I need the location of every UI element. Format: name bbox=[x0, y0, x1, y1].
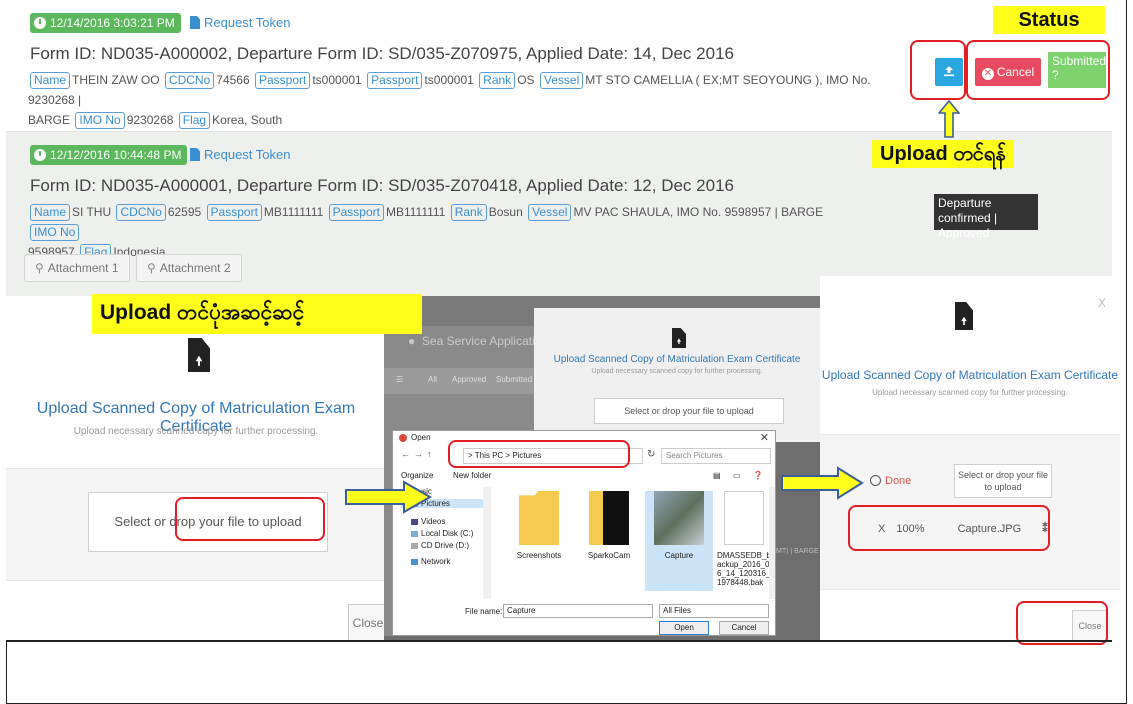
tab-submitted[interactable]: Submitted bbox=[496, 375, 532, 384]
chrome-icon bbox=[399, 434, 407, 442]
arrow-right-icon bbox=[345, 480, 432, 514]
close-icon[interactable]: X bbox=[1098, 296, 1106, 310]
file-name-input[interactable]: Capture bbox=[503, 604, 653, 618]
tree-item-cd-drive[interactable]: CD Drive (D:) bbox=[411, 541, 469, 550]
close-icon[interactable]: ✕ bbox=[760, 431, 769, 444]
nav-arrows[interactable]: ←→↑ bbox=[401, 449, 436, 459]
cancel-button[interactable]: Cancel bbox=[719, 621, 769, 635]
record-details: Name THEIN ZAW OO CDCNo 74566 Passport ts00… bbox=[28, 72, 871, 129]
arrow-right-icon bbox=[781, 466, 864, 500]
search-field[interactable]: Search Pictures bbox=[661, 448, 771, 464]
file-upload-icon bbox=[672, 328, 686, 348]
tree-item-network[interactable]: Network bbox=[411, 557, 450, 566]
upload-highlight-box bbox=[910, 40, 966, 100]
status-badge: Departure confirmed | Approved bbox=[934, 194, 1038, 240]
close-highlight-box bbox=[1016, 601, 1108, 645]
request-token-link[interactable]: Request Token bbox=[190, 147, 291, 162]
label-tag: Passport bbox=[206, 204, 262, 221]
file-open-screenshot: ● Sea Service Application U ☰ All Approv… bbox=[384, 296, 820, 642]
disk-icon bbox=[411, 530, 418, 537]
open-button[interactable]: Open bbox=[659, 621, 709, 635]
progress-highlight-box bbox=[848, 505, 1050, 551]
label-tag: IMO No bbox=[75, 112, 125, 129]
label-tag: CDCNo bbox=[164, 72, 215, 89]
refresh-icon[interactable]: ↻ bbox=[647, 449, 655, 460]
status-highlight-box bbox=[966, 40, 1110, 100]
label-tag: Vessel bbox=[539, 72, 584, 89]
upload-modal-left: Upload Scanned Copy of Matriculation Exa… bbox=[6, 296, 388, 642]
cd-icon bbox=[411, 542, 418, 549]
arrow-up-icon bbox=[938, 100, 960, 138]
upload-steps-callout: Upload တင်ပုံအဆင့်ဆင့် bbox=[92, 294, 422, 334]
label-tag: CDCNo bbox=[116, 204, 166, 221]
status-callout: Status bbox=[993, 6, 1105, 34]
form-id-line: Form ID: ND035-A000002, Departure Form I… bbox=[30, 44, 734, 63]
dropzone-highlight-box bbox=[175, 497, 325, 541]
request-token-link[interactable]: Request Token bbox=[190, 15, 291, 30]
upload-callout: Upload တင်ရန် bbox=[872, 140, 1014, 168]
address-highlight-box bbox=[448, 440, 630, 468]
folder-icon bbox=[589, 491, 629, 545]
label-tag: Passport bbox=[254, 72, 311, 89]
upload-subtitle: Upload necessary scanned copy for furthe… bbox=[73, 426, 319, 437]
upload-panel-small: Upload Scanned Copy of Matriculation Exa… bbox=[534, 308, 820, 442]
help-icon[interactable]: ❓ bbox=[753, 471, 763, 480]
clock-icon bbox=[34, 149, 46, 161]
label-tag: Rank bbox=[479, 72, 516, 89]
view-icon[interactable]: ▤ bbox=[713, 471, 721, 480]
folder-icon bbox=[519, 491, 559, 545]
file-upload-icon bbox=[188, 338, 210, 372]
videos-icon bbox=[411, 518, 418, 525]
tree-item-local-disk[interactable]: Local Disk (C:) bbox=[411, 529, 473, 538]
preview-icon[interactable]: ▭ bbox=[733, 471, 741, 480]
organize-menu[interactable]: Organize bbox=[401, 471, 433, 480]
network-icon bbox=[411, 558, 418, 565]
paperclip-icon: ⚲ bbox=[35, 261, 44, 275]
paperclip-icon: ⚲ bbox=[147, 261, 156, 275]
file-dropzone[interactable]: Select or drop your file to upload bbox=[954, 464, 1052, 498]
document-icon bbox=[190, 16, 200, 29]
file-item-backup[interactable]: DMASSEDB_backup_2016_06_14_120316_197844… bbox=[717, 491, 771, 587]
tree-item-videos[interactable]: Videos bbox=[411, 517, 445, 526]
done-status: Done bbox=[870, 474, 911, 487]
timestamp-badge: 12/12/2016 10:44:48 PM bbox=[30, 145, 188, 165]
file-item-capture[interactable]: Capture bbox=[645, 491, 713, 591]
timestamp-badge: 12/14/2016 3:03:21 PM bbox=[30, 13, 181, 33]
file-item-sparkocam[interactable]: SparkoCam bbox=[579, 491, 639, 560]
document-icon bbox=[190, 148, 200, 161]
file-dropzone[interactable]: Select or drop your file to upload bbox=[594, 398, 784, 424]
label-tag: IMO No bbox=[30, 224, 80, 241]
divider bbox=[6, 640, 1112, 642]
file-list: Screenshots SparkoCam Capture DMASSEDB_b… bbox=[493, 487, 771, 599]
label-tag: Passport bbox=[367, 72, 423, 89]
check-icon bbox=[870, 474, 881, 486]
upload-title: Upload Scanned Copy of Matriculation Exa… bbox=[821, 368, 1119, 382]
file-icon bbox=[724, 491, 764, 545]
close-button[interactable]: Close bbox=[348, 604, 388, 642]
label-tag: Passport bbox=[328, 204, 384, 221]
upload-subtitle: Upload necessary scanned copy for furthe… bbox=[872, 388, 1068, 397]
label-tag: Flag bbox=[178, 112, 211, 129]
tab-all[interactable]: All bbox=[428, 375, 437, 384]
file-type-select[interactable]: All Files bbox=[659, 604, 769, 618]
file-upload-icon bbox=[955, 302, 973, 330]
file-item-screenshots[interactable]: Screenshots bbox=[509, 491, 569, 560]
scrollbar[interactable] bbox=[483, 487, 491, 599]
attachment-1-button[interactable]: ⚲ Attachment 1 bbox=[24, 254, 130, 282]
clock-icon bbox=[34, 17, 46, 29]
attachment-2-button[interactable]: ⚲ Attachment 2 bbox=[136, 254, 242, 282]
label-tag: Vessel bbox=[528, 204, 572, 221]
upload-modal-right: X Upload Scanned Copy of Matriculation E… bbox=[820, 276, 1120, 642]
image-thumbnail bbox=[654, 491, 704, 545]
record-details: Name SI THU CDCNo 62595 Passport MB1111111 … bbox=[28, 204, 824, 261]
new-folder-button[interactable]: New folder bbox=[453, 471, 491, 480]
label-tag: Rank bbox=[450, 204, 487, 221]
label-tag: Name bbox=[30, 72, 71, 89]
tab-approved[interactable]: Approved bbox=[452, 375, 486, 384]
label-tag: Name bbox=[30, 204, 71, 221]
form-id-line: Form ID: ND035-A000001, Departure Form I… bbox=[30, 176, 734, 195]
